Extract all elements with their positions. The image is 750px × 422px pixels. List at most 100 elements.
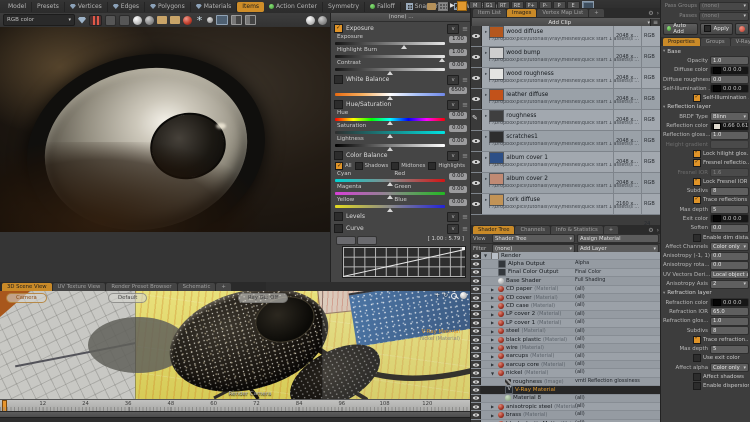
- chevron-right-icon[interactable]: ›: [657, 227, 659, 234]
- menu-icon[interactable]: ≡: [462, 25, 468, 33]
- half-ball-icon[interactable]: [318, 16, 327, 25]
- expand-arrow-icon[interactable]: ▶: [491, 312, 496, 317]
- property-row[interactable]: Use exit color ▾: [661, 354, 750, 363]
- expand-arrow-icon[interactable]: ▼: [491, 371, 496, 376]
- visibility-toggle[interactable]: [471, 369, 481, 376]
- visibility-toggle[interactable]: [471, 152, 482, 172]
- shader-item[interactable]: ▶ steel (Material): [481, 328, 661, 335]
- visibility-toggle[interactable]: [471, 403, 481, 410]
- shader-item[interactable]: ▶ CD paper (Material): [481, 286, 661, 293]
- apply-button[interactable]: Apply: [700, 23, 733, 35]
- tab[interactable]: Shader Tree: [473, 226, 514, 234]
- tab[interactable]: Images: [507, 9, 536, 17]
- visibility-toggle[interactable]: [471, 26, 482, 46]
- property-value-field[interactable]: 0.0 0.0▾: [710, 66, 749, 75]
- property-row[interactable]: Refraction glos... 1.0▾: [661, 317, 750, 326]
- slider-value-field[interactable]: 0.00: [449, 138, 467, 145]
- gear-icon[interactable]: ⚙: [648, 10, 653, 17]
- gear-icon[interactable]: ⚙: [648, 227, 653, 234]
- property-value-field[interactable]: 0.0▾: [710, 75, 749, 84]
- expand-arrow-icon[interactable]: [485, 93, 487, 98]
- visibility-toggle[interactable]: [471, 395, 481, 402]
- property-checkbox[interactable]: [693, 159, 701, 167]
- property-row[interactable]: Self-Illumination ... 0.0 0.0▾: [661, 84, 750, 93]
- checkbox[interactable]: [334, 212, 343, 221]
- property-value-field[interactable]: 0.0▾: [710, 261, 749, 270]
- timeline-ruler[interactable]: 1224364860728496108120: [0, 399, 470, 411]
- color-swatch[interactable]: [713, 85, 721, 92]
- viewport-canvas[interactable]: CameraDefaultRay GL: Off + ↻ V-Ray Mater…: [0, 291, 470, 399]
- visibility-toggle[interactable]: [471, 277, 481, 284]
- section-header-hue-saturation[interactable]: Hue/Saturation v ≡: [334, 99, 468, 110]
- shader-tree-row[interactable]: ▶ LP cover 1 (Material) (all): [471, 319, 661, 327]
- visibility-toggle[interactable]: [471, 110, 482, 130]
- property-value-field[interactable]: 0.66 0.61▾: [710, 122, 749, 131]
- expand-arrow-icon[interactable]: [485, 135, 487, 140]
- visibility-toggle[interactable]: [471, 302, 481, 309]
- expand-arrow-icon[interactable]: ▶: [491, 304, 496, 309]
- layout-split-icon-2[interactable]: [245, 15, 256, 25]
- shader-tree-row[interactable]: Alpha Output Alpha: [471, 260, 661, 268]
- auto-add-button[interactable]: Auto Add: [663, 23, 698, 35]
- folder-open-icon[interactable]: [170, 16, 180, 24]
- slider-track[interactable]: [335, 192, 445, 195]
- shader-tree-row[interactable]: ▶ CD paper (Material) (all): [471, 286, 661, 294]
- property-row[interactable]: Affect Channels Color only▾: [661, 242, 750, 251]
- color-swatch[interactable]: [713, 67, 721, 74]
- viewport-mode-pill[interactable]: Default: [108, 293, 147, 303]
- shader-tree-row[interactable]: Material 8 (all): [471, 395, 661, 403]
- expand-arrow-icon[interactable]: [485, 51, 487, 56]
- property-value-field[interactable]: 1.0▾: [710, 56, 749, 65]
- tab[interactable]: Groups: [701, 38, 730, 46]
- shader-tree-row[interactable]: ▶ steel (Material) (all): [471, 328, 661, 336]
- property-value-field[interactable]: 65.0▾: [710, 307, 749, 316]
- property-checkbox[interactable]: [693, 234, 701, 242]
- monitor-icon[interactable]: [216, 15, 228, 25]
- shader-item[interactable]: ▶ brass (Material): [481, 411, 661, 418]
- expand-arrow-icon[interactable]: ▶: [491, 362, 496, 367]
- slider-handle[interactable]: [387, 71, 393, 75]
- property-row[interactable]: Enable dim dista... ▾: [661, 233, 750, 242]
- playhead[interactable]: [2, 400, 7, 411]
- shader-tree-row[interactable]: V-Ray Material: [471, 386, 661, 394]
- tab[interactable]: +: [589, 9, 603, 17]
- visibility-toggle[interactable]: [471, 336, 481, 343]
- property-row[interactable]: Height gradient ▾: [661, 140, 750, 149]
- visibility-toggle[interactable]: [471, 68, 482, 88]
- shader-tree-row[interactable]: ▶ LP cover 2 (Material) (all): [471, 311, 661, 319]
- property-checkbox[interactable]: [693, 382, 701, 390]
- checkbox[interactable]: [334, 75, 343, 84]
- clip-row[interactable]: wood roughness F:\Dropbox\pics\tutorials…: [471, 68, 661, 89]
- shader-item[interactable]: ▶ earcups (Material): [481, 353, 661, 360]
- property-row[interactable]: Opacity 1.0▾: [661, 56, 750, 65]
- v-toggle-icon[interactable]: v: [447, 100, 459, 110]
- layout-split-icon-1[interactable]: [231, 15, 242, 25]
- expand-arrow-icon[interactable]: [485, 114, 487, 119]
- tab[interactable]: Vertex Map List: [537, 9, 588, 17]
- sphere-white-icon[interactable]: [133, 16, 142, 25]
- shader-tree-row[interactable]: ▶ wire (Material) (all): [471, 344, 661, 352]
- shader-item[interactable]: ▼ Render: [481, 252, 661, 259]
- sphere-gray-icon[interactable]: [145, 16, 154, 25]
- slider-value-field[interactable]: 0.00: [449, 125, 467, 132]
- checkbox[interactable]: [334, 100, 343, 109]
- property-value-field[interactable]: 5▾: [710, 205, 749, 214]
- checkbox[interactable]: [334, 151, 343, 160]
- slider-row[interactable]: Magenta Green 0.00: [335, 184, 467, 197]
- checkbox[interactable]: [334, 24, 343, 33]
- property-row[interactable]: Exit color 0.0 0.0▾: [661, 214, 750, 223]
- tab[interactable]: Info & Statistics: [551, 226, 603, 234]
- property-value-field[interactable]: Color only▾: [710, 242, 749, 251]
- menu-icon[interactable]: ≡: [462, 152, 468, 160]
- menu-icon[interactable]: ≡: [462, 101, 468, 109]
- clip-row[interactable]: album cover 1 F:\Dropbox\pics\tutorials\…: [471, 152, 661, 173]
- clip-row[interactable]: wood diffuse F:\Dropbox\pics\tutorials\V…: [471, 26, 661, 47]
- expand-arrow-icon[interactable]: ▶: [491, 404, 496, 409]
- property-row[interactable]: Fresnel IOR 1.6▾: [661, 168, 750, 177]
- slider-handle[interactable]: [387, 208, 393, 212]
- tab[interactable]: Properties: [663, 38, 700, 46]
- tab[interactable]: Item List: [473, 9, 506, 17]
- property-row[interactable]: Anisotropy (-1, 1) 0.0▾: [661, 252, 750, 261]
- shader-tree-row[interactable]: ▶ CD case (Material) (all): [471, 302, 661, 310]
- expand-arrow-icon[interactable]: ▶: [491, 413, 496, 418]
